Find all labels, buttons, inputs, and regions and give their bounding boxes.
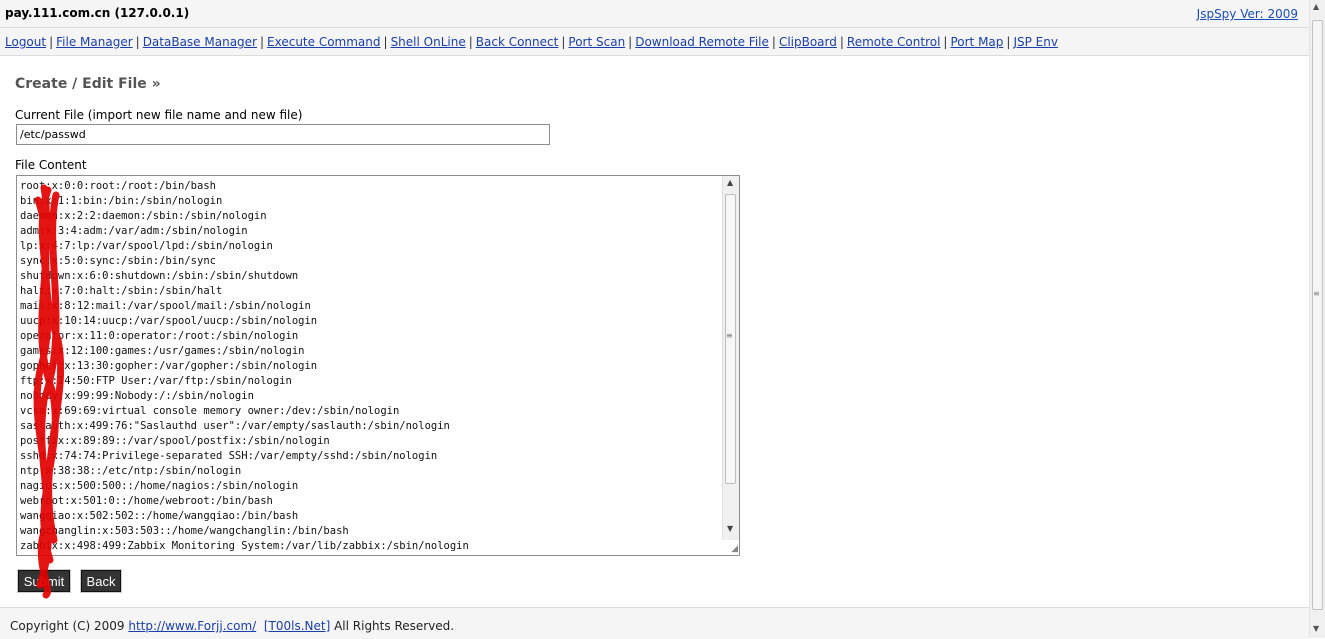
nav-separator: | [561,35,566,49]
page-scroll-down-icon[interactable]: ▼ [1313,624,1319,633]
top-bar: pay.111.com.cn (127.0.0.1) JspSpy Ver: 2… [0,0,1309,28]
grip-icon: ≡ [726,331,733,340]
nav-logout[interactable]: Logout [5,35,46,49]
grip-icon: ≡ [1313,289,1320,298]
file-content-textarea[interactable]: root:x:0:0:root:/root:/bin/bash bin:x:1:1… [16,175,740,556]
nav-separator: | [771,35,776,49]
nav-separator: | [943,35,948,49]
copyright-prefix: Copyright (C) 2009 [10,619,129,633]
nav-back-connect[interactable]: Back Connect [476,35,559,49]
forjj-link[interactable]: http://www.Forjj.com/ [128,619,256,633]
file-content-line: wangchanglin:x:503:503::/home/wangchangl… [20,525,349,537]
nav-separator: | [1006,35,1011,49]
nav-database-manager[interactable]: DataBase Manager [143,35,257,49]
nav-separator: | [468,35,473,49]
nav-separator: | [259,35,265,49]
footer: Copyright (C) 2009 http://www.Forjj.com/… [0,607,1309,639]
nav-download-remote-file[interactable]: Download Remote File [635,35,769,49]
nav-separator: | [383,35,388,49]
file-content-line: zabbix:x:498:499:Zabbix Monitoring Syste… [20,540,469,552]
file-content-line: daemon:x:2:2:daemon:/sbin:/sbin/nologin [20,210,267,222]
file-content-line: gopher:x:13:30:gopher:/var/gopher:/sbin/… [20,360,318,372]
copyright-text: Copyright (C) 2009 http://www.Forjj.com/… [10,619,454,633]
nav-separator: | [839,35,844,49]
file-content-line: uucp:x:10:14:uucp:/var/spool/uucp:/sbin/… [20,315,318,327]
copyright-suffix: All Rights Reserved. [330,619,455,633]
nav-bar: Logout | File Manager | DataBase Manager | Exe… [0,28,1309,56]
nav-port-map[interactable]: Port Map [950,35,1003,49]
nav-port-scan[interactable]: Port Scan [568,35,625,49]
file-content-line: games:x:12:100:games:/usr/games:/sbin/no… [20,345,305,357]
nav-remote-control[interactable]: Remote Control [847,35,941,49]
page: pay.111.com.cn (127.0.0.1) JspSpy Ver: 2… [0,0,1309,639]
file-content-line: webroot:x:501:0::/home/webroot:/bin/bash [20,495,273,507]
host-title: pay.111.com.cn (127.0.0.1) [5,6,190,20]
file-content-line: postfix:x:89:89::/var/spool/postfix:/sbi… [20,435,330,447]
page-scrollbar[interactable]: ▲ ≡ ▼ [1309,0,1325,638]
file-content-line: mail:x:8:12:mail:/var/spool/mail:/sbin/n… [20,300,311,312]
file-content-line: shutdown:x:6:0:shutdown:/sbin:/sbin/shut… [20,270,299,282]
section-title: Create / Edit File » [15,76,161,92]
file-content-line: nagios:x:500:500::/home/nagios:/sbin/nol… [20,480,299,492]
nav-file-manager[interactable]: File Manager [56,35,133,49]
file-content-line: nobody:x:99:99:Nobody:/:/sbin/nologin [20,390,254,402]
file-content-line: vcsa:x:69:69:virtual console memory owne… [20,405,400,417]
scroll-down-icon[interactable]: ▼ [727,524,733,533]
resize-handle-icon[interactable]: ◢ [731,544,738,554]
file-content-line: ntp:x:38:38::/etc/ntp:/sbin/nologin [20,465,242,477]
nav-separator: | [49,35,54,49]
file-content-line: lp:x:4:7:lp:/var/spool/lpd:/sbin/nologin [20,240,273,252]
version-link[interactable]: JspSpy Ver: 2009 [1197,7,1298,21]
file-content-line: wangqiao:x:502:502::/home/wangqiao:/bin/… [20,510,299,522]
t00ls-link[interactable]: [T00ls.Net] [264,619,330,633]
nav-clipboard[interactable]: ClipBoard [779,35,837,49]
file-content-line: sshd:x:74:74:Privilege-separated SSH:/va… [20,450,438,462]
current-file-label: Current File (import new file name and n… [15,108,303,122]
submit-button[interactable]: Submit [17,569,71,593]
page-scroll-thumb[interactable] [1312,20,1323,610]
page-scroll-up-icon[interactable]: ▲ [1313,2,1319,11]
nav-links: Logout | File Manager | DataBase Manager | Exe… [5,35,1058,49]
file-content-line: sync:x:5:0:sync:/sbin:/bin/sync [20,255,216,267]
back-button[interactable]: Back [80,569,122,593]
file-content-line: root:x:0:0:root:/root:/bin/bash [20,180,216,192]
file-content-line: adm:x:3:4:adm:/var/adm:/sbin/nologin [20,225,248,237]
current-file-input[interactable] [16,124,550,145]
nav-execute-command[interactable]: Execute Command [267,35,380,49]
file-content-line: bin:x:1:1:bin:/bin:/sbin/nologin [20,195,223,207]
nav-jsp-env[interactable]: JSP Env [1013,35,1058,49]
scroll-up-icon[interactable]: ▲ [727,178,733,187]
file-content-lines: root:x:0:0:root:/root:/bin/bash bin:x:1:1… [20,179,469,554]
nav-separator: | [135,35,140,49]
file-content-label: File Content [15,158,87,172]
file-content-line: operator:x:11:0:operator:/root:/sbin/nol… [20,330,299,342]
file-content-line: halt:x:7:0:halt:/sbin:/sbin/halt [20,285,223,297]
file-content-line: ftp:x:14:50:FTP User:/var/ftp:/sbin/nolo… [20,375,292,387]
textarea-scrollbar[interactable]: ▲ ≡ ▼ [722,176,739,540]
file-content-line: saslauth:x:499:76:"Saslauthd user":/var/… [20,420,450,432]
nav-shell-online[interactable]: Shell OnLine [391,35,466,49]
nav-separator: | [628,35,633,49]
